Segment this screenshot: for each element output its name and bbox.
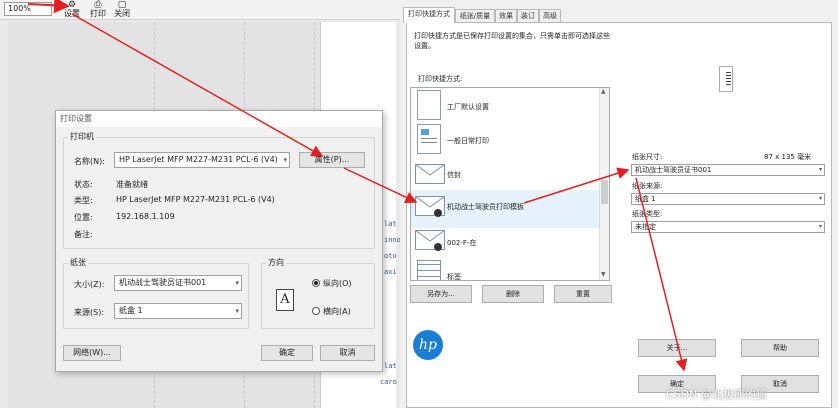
list-item[interactable]: 一般日常打印 <box>411 122 601 160</box>
chevron-down-icon: ▾ <box>235 279 239 287</box>
printer-name-select[interactable]: HP LaserJet MFP M227-M231 PCL-6 (V4) ▾ <box>114 152 290 168</box>
save-as-button[interactable]: 另存为... <box>410 285 472 303</box>
document-icon <box>417 90 441 120</box>
paper-type-value: 未指定 <box>635 223 656 231</box>
tab-finishing[interactable]: 装订 <box>517 9 539 23</box>
printer-name-value: HP LaserJet MFP M227-M231 PCL-6 (V4) <box>119 155 278 164</box>
paper-size-value: 机动战士驾驶员证书001 <box>635 166 712 174</box>
chevron-down-icon: ▾ <box>818 223 822 230</box>
type-label: 类型: <box>74 196 93 205</box>
portrait-label: 纵向(O) <box>323 279 352 288</box>
close-label: 关闭 <box>114 9 130 18</box>
paper-size-select[interactable]: 机动战士驾驶员证书001 ▾ <box>114 275 242 291</box>
report-toolbar: 100% ⚙ 设置 ⎙ 打印 ▢ 关闭 <box>0 0 400 20</box>
source-label: 来源(S): <box>74 308 105 317</box>
code-fragment: inno <box>384 236 401 244</box>
scroll-thumb[interactable] <box>601 180 608 204</box>
zoom-box[interactable]: 100% <box>4 2 52 16</box>
paper-group <box>63 263 249 329</box>
envelope-icon <box>415 164 445 184</box>
name-label: 名称(N): <box>74 157 105 166</box>
properties-button[interactable]: 属性(P)... <box>299 152 365 168</box>
print-button[interactable]: ⎙ 打印 <box>86 1 110 19</box>
shortcut-label: 标签 <box>447 273 461 281</box>
list-item[interactable]: 002-F-在 <box>411 224 601 262</box>
envelope-users-icon <box>415 230 445 251</box>
envelope-users-icon <box>415 196 445 217</box>
network-button[interactable]: 网络(W)... <box>63 345 121 361</box>
landscape-radio[interactable] <box>312 307 320 315</box>
close-button[interactable]: ▢ 关闭 <box>110 1 134 19</box>
print-label: 打印 <box>90 9 106 18</box>
cancel-button[interactable]: 取消 <box>320 345 375 361</box>
list-item[interactable]: 工厂默认设置 <box>411 88 601 126</box>
paper-source-value: 纸盒 1 <box>119 306 143 315</box>
print-settings-dialog: 打印设置 打印机 名称(N): HP LaserJet MFP M227-M23… <box>55 110 383 372</box>
shortcuts-label: 打印快捷方式: <box>418 75 463 83</box>
paper-size-label: 纸张尺寸: <box>632 153 663 161</box>
code-fragment: lat <box>384 220 397 228</box>
ok-button[interactable]: 确定 <box>261 345 313 361</box>
code-fragment: oto <box>384 252 397 260</box>
settings-label: 设置 <box>64 9 80 18</box>
chevron-down-icon: ▾ <box>235 307 239 315</box>
shortcut-label: 002-F-在 <box>447 239 477 247</box>
chevron-down-icon: ▾ <box>283 156 287 164</box>
orientation-group-label: 方向 <box>266 257 286 268</box>
paper-source-select[interactable]: 纸盒 1 ▾ <box>631 193 825 205</box>
landscape-label: 横向(A) <box>323 307 351 316</box>
status-label: 状态: <box>74 180 93 189</box>
size-label: 大小(Z): <box>74 280 105 289</box>
dialog-title: 打印设置 <box>56 111 382 127</box>
list-item[interactable]: 信封 <box>411 156 601 194</box>
shortcut-label: 机动战士驾驶员打印模板 <box>447 203 524 211</box>
shortcuts-list[interactable]: 工厂默认设置 一般日常打印 信封 机动战士驾驶员打印模板 002-F-在 标签 <box>410 87 610 281</box>
list-item[interactable]: 标签 <box>411 258 601 281</box>
tab-effects[interactable]: 效果 <box>495 9 517 23</box>
shortcuts-scrollbar[interactable]: ▲ ▼ <box>599 88 609 280</box>
paper-source-label: 纸张来源: <box>632 182 663 190</box>
portrait-radio[interactable] <box>312 279 320 287</box>
watermark: CSDN @北极熊的狐 <box>666 388 767 401</box>
paper-size-select[interactable]: 机动战士驾驶员证书001 ▾ <box>631 164 825 176</box>
orientation-preview-icon: A <box>276 289 294 311</box>
code-fragment: lat <box>384 362 397 370</box>
paper-type-label: 纸张类型: <box>632 210 663 218</box>
location-value: 192.168.1.109 <box>116 212 175 221</box>
comment-label: 备注: <box>74 230 93 239</box>
list-item-selected[interactable]: 机动战士驾驶员打印模板 <box>411 190 599 228</box>
status-value: 准备就绪 <box>116 180 148 189</box>
shortcut-label: 信封 <box>447 171 461 179</box>
tab-print-shortcuts[interactable]: 打印快捷方式 <box>403 7 455 23</box>
paper-type-select[interactable]: 未指定 ▾ <box>631 221 825 233</box>
location-label: 位置: <box>74 213 93 222</box>
label-sheet-icon <box>417 260 441 280</box>
about-button[interactable]: 关于... <box>638 339 716 357</box>
reset-button[interactable]: 重置 <box>554 285 612 303</box>
chevron-down-icon: ▾ <box>818 195 822 202</box>
settings-button[interactable]: ⚙ 设置 <box>60 1 84 19</box>
help-button[interactable]: 帮助 <box>741 339 819 357</box>
paper-source-select[interactable]: 纸盒 1 ▾ <box>114 303 242 319</box>
paper-source-value: 纸盒 1 <box>635 195 656 203</box>
shortcut-label: 一般日常打印 <box>447 137 489 145</box>
tab-paper-quality[interactable]: 纸张/质量 <box>455 9 495 23</box>
chevron-down-icon: ▾ <box>818 166 822 173</box>
scroll-up-icon[interactable]: ▲ <box>601 88 606 95</box>
delete-button[interactable]: 删除 <box>482 285 544 303</box>
paper-size-dims: 87 x 135 毫米 <box>764 153 812 161</box>
paper-group-label: 纸张 <box>68 257 88 268</box>
printer-group-label: 打印机 <box>68 131 96 142</box>
scroll-down-icon[interactable]: ▼ <box>601 271 606 278</box>
code-fragment: axi <box>384 268 397 276</box>
shortcuts-description: 打印快捷方式是已保存打印设置的集合，只需单击即可选择这些设置。 <box>414 32 610 50</box>
shortcut-label: 工厂默认设置 <box>447 103 489 111</box>
document-color-icon <box>417 124 441 154</box>
hp-logo: hp <box>413 330 443 360</box>
tab-advanced[interactable]: 高级 <box>539 9 561 23</box>
page-preview-icon <box>719 66 733 92</box>
paper-size-value: 机动战士驾驶员证书001 <box>119 278 207 287</box>
type-value: HP LaserJet MFP M227-M231 PCL-6 (V4) <box>116 195 275 204</box>
code-fragment: caro <box>380 378 397 386</box>
